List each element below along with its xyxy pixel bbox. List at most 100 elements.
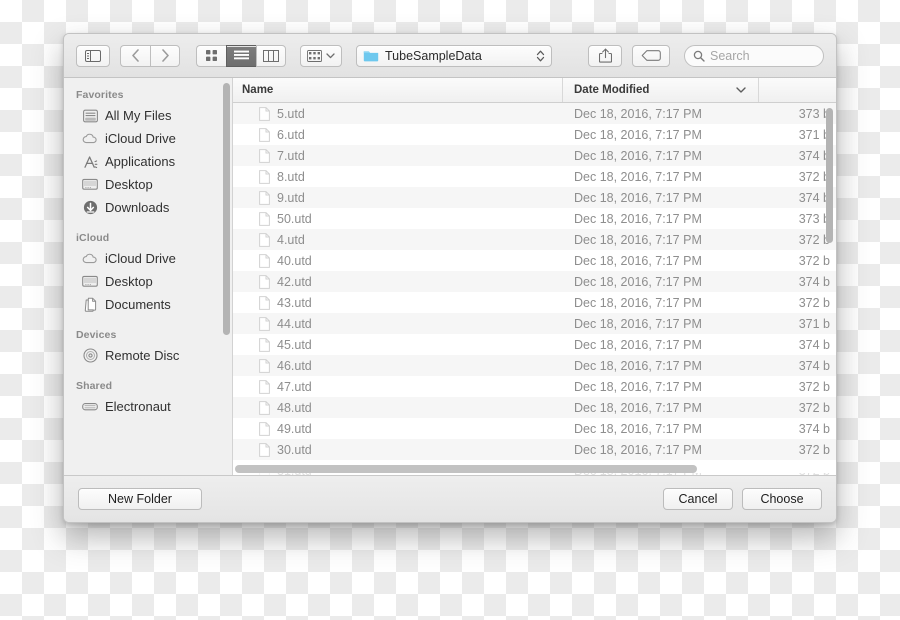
sidebar-item-applications[interactable]: Applications <box>64 150 232 173</box>
sidebar-item-remote-disc[interactable]: Remote Disc <box>64 344 232 367</box>
cell-size: 374 b <box>798 274 830 289</box>
document-icon <box>259 379 270 394</box>
file-list-rows[interactable]: 5.utd Dec 18, 2016, 7:17 PM 373 b 6.utd Dec … <box>233 103 836 475</box>
document-icon <box>259 169 270 184</box>
document-icon <box>259 190 270 205</box>
cell-name: 48.utd <box>233 401 563 415</box>
arrange-group <box>300 44 342 67</box>
column-header-date-modified[interactable]: Date Modified <box>563 78 759 102</box>
new-folder-button[interactable]: New Folder <box>78 488 202 510</box>
vertical-scrollbar-thumb[interactable] <box>826 108 833 243</box>
cell-size: 374 b <box>798 148 830 163</box>
cell-name: 49.utd <box>233 422 563 436</box>
table-row[interactable]: 4.utd Dec 18, 2016, 7:17 PM 372 b <box>233 229 836 250</box>
table-row[interactable]: 5.utd Dec 18, 2016, 7:17 PM 373 b <box>233 103 836 124</box>
sidebar-item-label: iCloud Drive <box>105 251 176 266</box>
sidebar-section-shared-header: Shared <box>76 380 113 392</box>
tags-button[interactable] <box>632 44 670 67</box>
sidebar-item-label: All My Files <box>105 108 172 123</box>
file-name-label: 46.utd <box>277 358 312 373</box>
file-name-label: 43.utd <box>277 295 312 310</box>
sidebar-item-icloud-drive[interactable]: iCloud Drive <box>64 247 232 270</box>
sidebar-item-documents[interactable]: Documents <box>64 293 232 316</box>
chevron-right-icon <box>161 49 169 62</box>
document-icon <box>259 295 270 310</box>
search-field[interactable]: Search <box>684 44 824 67</box>
table-row[interactable]: 46.utd Dec 18, 2016, 7:17 PM 374 b <box>233 355 836 376</box>
cell-size: 372 b <box>798 169 830 184</box>
table-row[interactable]: 42.utd Dec 18, 2016, 7:17 PM 374 b <box>233 271 836 292</box>
table-row[interactable]: 48.utd Dec 18, 2016, 7:17 PM 372 b <box>233 397 836 418</box>
forward-button[interactable] <box>150 44 180 67</box>
cancel-button[interactable]: Cancel <box>663 488 733 510</box>
file-name-label: 45.utd <box>277 337 312 352</box>
sidebar-icon <box>85 49 101 62</box>
icon-view-button[interactable] <box>196 44 226 67</box>
file-name-label: 30.utd <box>277 442 312 457</box>
cell-date-modified: Dec 18, 2016, 7:17 PM <box>574 337 702 352</box>
table-row[interactable]: 44.utd Dec 18, 2016, 7:17 PM 371 b <box>233 313 836 334</box>
column-header-size[interactable] <box>759 78 836 102</box>
cell-name: 7.utd <box>233 149 563 163</box>
arrange-by-button[interactable] <box>300 44 342 67</box>
search-icon <box>693 50 705 62</box>
share-button[interactable] <box>588 44 622 67</box>
sidebar-item-downloads[interactable]: Downloads <box>64 196 232 219</box>
cell-name: 46.utd <box>233 359 563 373</box>
view-mode-buttons <box>196 44 286 67</box>
all-my-files-icon <box>82 108 98 124</box>
choose-button[interactable]: Choose <box>742 488 822 510</box>
document-icon <box>259 253 270 268</box>
up-down-chevron-icon <box>536 50 545 61</box>
sidebar-toggle-button[interactable] <box>76 44 110 67</box>
sidebar-item-all-my-files[interactable]: All My Files <box>64 104 232 127</box>
column-header-name[interactable]: Name <box>233 78 563 102</box>
column-view-button[interactable] <box>256 44 286 67</box>
table-row[interactable]: 45.utd Dec 18, 2016, 7:17 PM 374 b <box>233 334 836 355</box>
sidebar-section-devices-header: Devices <box>76 329 117 341</box>
table-row[interactable]: 49.utd Dec 18, 2016, 7:17 PM 374 b <box>233 418 836 439</box>
sidebar-item-electronaut[interactable]: Electronaut <box>64 395 232 418</box>
desktop-icon <box>82 274 98 290</box>
table-row[interactable]: 47.utd Dec 18, 2016, 7:17 PM 372 b <box>233 376 836 397</box>
back-button[interactable] <box>120 44 150 67</box>
document-icon <box>259 106 270 121</box>
document-icon <box>259 316 270 331</box>
sidebar-item-label: Remote Disc <box>105 348 180 363</box>
cell-name: 4.utd <box>233 233 563 247</box>
chevron-down-icon <box>736 87 746 93</box>
horizontal-scrollbar-thumb[interactable] <box>235 465 697 473</box>
cell-size: 374 b <box>798 190 830 205</box>
path-popup-button[interactable]: TubeSampleData <box>356 44 552 67</box>
sidebar-item-icloud-drive-fav[interactable]: iCloud Drive <box>64 127 232 150</box>
cell-date-modified: Dec 18, 2016, 7:17 PM <box>574 421 702 436</box>
sidebar-item-desktop[interactable]: Desktop <box>64 270 232 293</box>
table-row[interactable]: 50.utd Dec 18, 2016, 7:17 PM 373 b <box>233 208 836 229</box>
downloads-icon <box>82 200 98 216</box>
document-icon <box>259 358 270 373</box>
file-name-label: 6.utd <box>277 127 305 142</box>
path-label: TubeSampleData <box>385 48 482 63</box>
table-row[interactable]: 6.utd Dec 18, 2016, 7:17 PM 371 b <box>233 124 836 145</box>
table-row[interactable]: 8.utd Dec 18, 2016, 7:17 PM 372 b <box>233 166 836 187</box>
table-row[interactable]: 30.utd Dec 18, 2016, 7:17 PM 372 b <box>233 439 836 460</box>
share-icon <box>598 48 612 63</box>
file-name-label: 47.utd <box>277 379 312 394</box>
cell-name: 42.utd <box>233 275 563 289</box>
cell-size: 371 b <box>798 316 830 331</box>
sidebar-scrollbar-thumb[interactable] <box>223 83 230 335</box>
table-row[interactable]: 43.utd Dec 18, 2016, 7:17 PM 372 b <box>233 292 836 313</box>
sidebar-item-label: Documents <box>105 297 171 312</box>
table-row[interactable]: 9.utd Dec 18, 2016, 7:17 PM 374 b <box>233 187 836 208</box>
table-row[interactable]: 40.utd Dec 18, 2016, 7:17 PM 372 b <box>233 250 836 271</box>
document-icon <box>259 211 270 226</box>
sidebar-item-desktop-fav[interactable]: Desktop <box>64 173 232 196</box>
cell-size: 374 b <box>798 421 830 436</box>
file-name-label: 48.utd <box>277 400 312 415</box>
column-header-date-label: Date Modified <box>574 84 650 96</box>
cell-size: 372 b <box>798 295 830 310</box>
table-row[interactable]: 7.utd Dec 18, 2016, 7:17 PM 374 b <box>233 145 836 166</box>
cell-size: 374 b <box>798 337 830 352</box>
document-icon <box>259 400 270 415</box>
list-view-button[interactable] <box>226 44 256 67</box>
